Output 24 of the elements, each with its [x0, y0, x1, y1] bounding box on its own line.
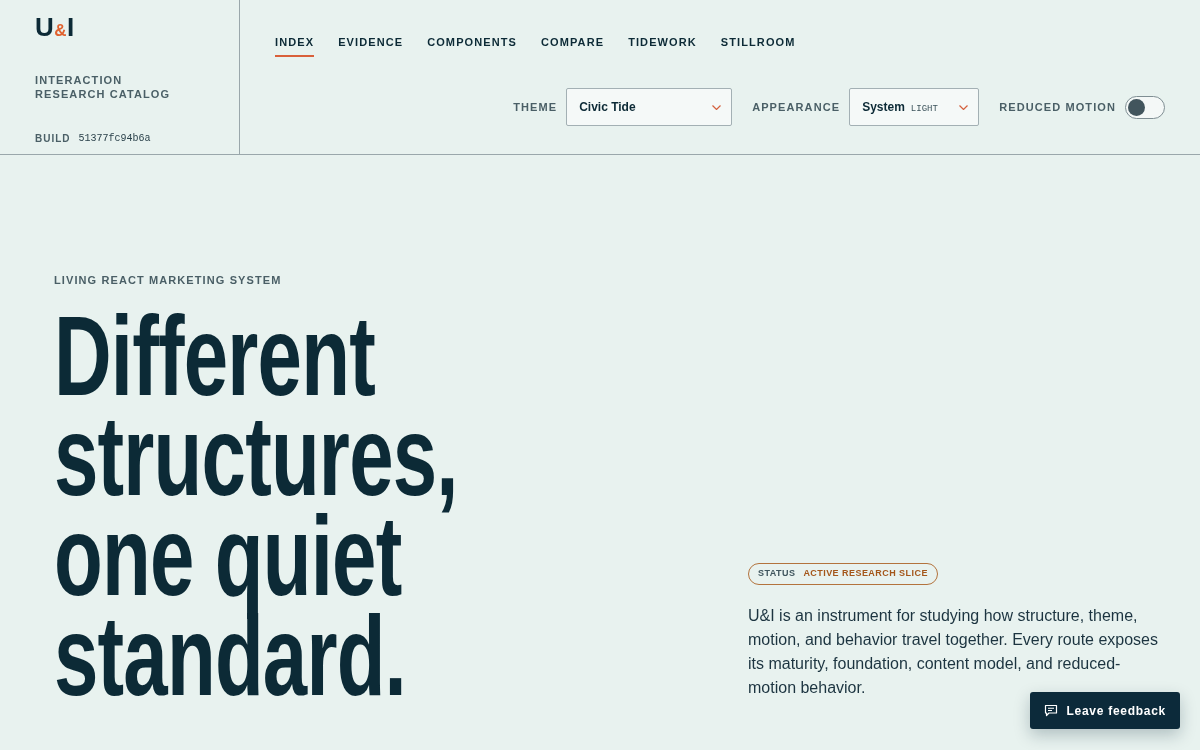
nav-tab[interactable]: STILLROOM	[720, 35, 796, 57]
reduced-motion-toggle[interactable]	[1125, 95, 1165, 119]
nav-tab[interactable]: COMPONENTS	[427, 35, 517, 57]
chevron-down-icon	[712, 104, 722, 110]
build-label: BUILD	[35, 132, 71, 146]
logo: U&I	[35, 13, 74, 41]
nav-tab[interactable]: TIDEWORK	[628, 35, 697, 57]
feedback-button[interactable]: Leave feedback	[1029, 692, 1180, 729]
status-value: ACTIVE RESEARCH SLICE	[803, 567, 928, 581]
nav-tab[interactable]: COMPARE	[541, 35, 605, 57]
reduced-motion-label: REDUCED MOTION	[999, 99, 1116, 115]
nav-tab[interactable]: EVIDENCE	[338, 35, 404, 57]
appearance-label: APPEARANCE	[752, 99, 841, 115]
theme-label: THEME	[513, 99, 558, 115]
catalog-tagline: INTERACTION RESEARCH CATALOG	[35, 73, 172, 101]
build-id: 51377fc94b6a	[78, 132, 151, 146]
chevron-down-icon	[959, 104, 969, 110]
chat-icon	[1043, 704, 1058, 717]
theme-select[interactable]: Civic Tide	[566, 88, 733, 126]
appearance-select[interactable]: System LIGHT	[849, 88, 980, 126]
hero-headline: Different structures, one quiet standard.	[54, 306, 459, 706]
status-label: STATUS	[758, 567, 796, 581]
nav-tab[interactable]: INDEX	[275, 35, 315, 57]
eyebrow-label: LIVING REACT MARKETING SYSTEM	[54, 273, 283, 288]
